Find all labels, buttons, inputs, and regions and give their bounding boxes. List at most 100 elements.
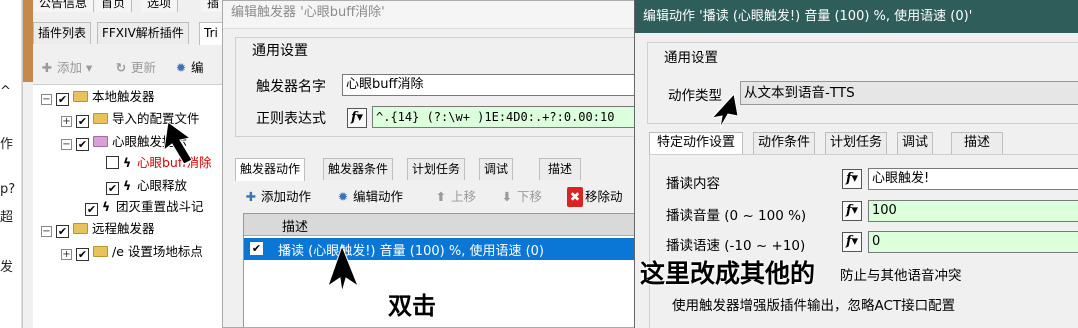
checkbox[interactable]: ✔ [56,225,69,238]
folder-icon [73,91,88,102]
edit-action-button[interactable]: ✹ 编辑动作 [335,187,403,207]
action-type-select[interactable]: 从文本到语音-TTS [740,81,1078,105]
group-title: 通用设置 [664,50,718,66]
tab-triggers[interactable]: Tri [199,22,223,45]
strip-text: 发 [0,260,14,275]
table-row[interactable]: ✔ 播读 (心眼触发!) 音量 (100) %, 使用语速 (0) [244,238,639,260]
rate-label: 播读语速 (-10 ~ +10) [666,238,806,254]
rate-input[interactable]: 0 [868,231,1078,253]
checkbox[interactable]: ✔ [76,115,89,128]
specific-settings-panel: 播读内容 f▾ 心眼触发! 播读音量 (0 ~ 100 %) f▾ 100 播读… [649,154,1078,328]
content-input[interactable]: 心眼触发! [868,168,1078,190]
collapse-icon[interactable]: − [41,94,52,105]
lightning-icon: ϟ [102,199,111,214]
tab-debug[interactable]: 调试 [897,132,934,154]
annotation-arrow [327,244,360,293]
volume-input[interactable]: 100 [868,200,1078,222]
tab-description[interactable]: 描述 [539,158,582,180]
annotation-change-here: 这里改成其他的 [640,259,816,288]
trigger-editor-tabs: 触发器动作 触发器条件 计划任务 调试 描述 [235,158,639,181]
tab-debug[interactable]: 调试 [479,158,514,180]
arrow-down-icon: ⬇ [501,189,513,204]
tree-item-mindseye-release[interactable]: ✔ ϟ 心眼释放 [106,176,187,196]
tree-item-remote-triggers[interactable]: − ✔ 远程触发器 [41,219,155,239]
function-icon[interactable]: f▾ [842,232,862,252]
plus-icon: ✚ [41,60,53,75]
edit-trigger-button[interactable]: ✹ 编 [173,58,204,78]
add-trigger-button[interactable]: ✚ 添加 ▾ [39,58,93,78]
add-action-button[interactable]: ✚ 添加动作 [243,187,311,207]
move-down-button[interactable]: ⬇ 下移 [499,187,542,207]
row-checkbox[interactable]: ✔ [250,242,263,255]
tab-specific-settings[interactable]: 特定动作设置 [649,132,744,155]
tab-action-conditions[interactable]: 动作条件 [753,132,816,154]
action-editor-tabs: 特定动作设置 动作条件 计划任务 调试 描述 [649,132,1078,156]
annotation-arrow [710,92,739,129]
checkbox[interactable]: ✔ [106,182,119,195]
tab-scheduled-tasks[interactable]: 计划任务 [825,132,888,154]
expand-icon[interactable]: + [61,116,72,127]
gear-icon: ✹ [175,60,187,75]
collapse-icon[interactable]: − [61,139,72,150]
folder-icon [93,113,108,124]
delete-icon: ✖ [567,187,583,207]
volume-label: 播读音量 (0 ~ 100 %) [666,208,807,224]
background-window-strip: ^ 作 p? 超 发 [0,0,22,328]
menu-options[interactable]: 选项 [141,0,179,12]
function-icon[interactable]: f▾ [347,108,367,128]
note-enhanced-output: 使用触发器增强版插件输出，忽略ACT接口配置 [672,298,956,314]
lightning-icon: ϟ [123,178,132,193]
window-title: 编辑触发器 '心眼buff消除' [223,1,639,29]
folder-icon [93,136,108,147]
annotation-double-click: 双击 [388,292,436,320]
general-settings-group: 通用设置 触发器名字 心眼buff消除 正则表达式 f▾ ^.{14} (?:\… [235,37,639,137]
function-icon[interactable]: f▾ [842,169,862,189]
tree-item-local-triggers[interactable]: − ✔ 本地触发器 [41,87,155,107]
tree-item-wipe-reset[interactable]: ✔ ϟ 团灭重置战斗记 [85,197,204,217]
top-menu: 公告信息 首页 选项 插 [33,0,234,14]
expand-icon[interactable]: + [61,249,72,260]
strip-text: ^ [0,84,11,99]
tab-scheduled-tasks[interactable]: 计划任务 [407,158,466,180]
group-title: 通用设置 [252,43,308,59]
tab-ffxiv-parser[interactable]: FFXIV解析插件 [97,22,189,44]
tab-trigger-actions[interactable]: 触发器动作 [235,158,306,181]
remove-action-button[interactable]: ✖ 移除动 [567,187,623,207]
plugin-tabs: 插件列表 FFXIV解析插件 Tri [33,22,234,45]
tree-item-waymark-setup[interactable]: + ✔/e 设置场地标点 [61,242,203,262]
checkbox[interactable] [106,156,119,169]
checkbox[interactable]: ✔ [56,93,69,106]
trigger-name-input[interactable]: 心眼buff消除 [342,74,639,96]
regex-label: 正则表达式 [256,111,326,127]
tab-description[interactable]: 描述 [951,132,1004,154]
strip-text: p? [0,182,16,197]
plus-icon: ✚ [245,189,257,204]
action-table: 描述 ✔ 播读 (心眼触发!) 音量 (100) %, 使用语速 (0) [243,213,639,327]
action-toolbar: ✚ 添加动作 ✹ 编辑动作 ⬆ 上移 ⬇ 下移 ✖ 移除动 [237,185,639,209]
move-up-button[interactable]: ⬆ 上移 [433,187,476,207]
strip-text: 作 [0,137,14,152]
trigger-editor-window: 编辑触发器 '心眼buff消除' 通用设置 触发器名字 心眼buff消除 正则表… [222,0,640,328]
folder-icon [93,246,108,257]
checkbox[interactable]: ✔ [76,248,89,261]
column-description[interactable]: 描述 [282,216,308,235]
refresh-button[interactable]: ↻ 更新 [113,58,156,78]
regex-input[interactable]: ^.{14} (?:\w+ )1E:4D0:.+?:0.00:10 [372,106,639,128]
window-title: 编辑动作 '播读 (心眼触发!) 音量 (100) %, 使用语速 (0)' [635,0,1078,33]
function-icon[interactable]: f▾ [842,201,862,221]
checkbox[interactable]: ✔ [85,203,98,216]
collapse-icon[interactable]: − [41,226,52,237]
plugin-window: 公告信息 首页 选项 插 插件列表 FFXIV解析插件 Tri ✚ 添加 ▾ ↻ 更… [22,0,234,328]
checkbox[interactable]: ✔ [76,138,89,151]
trigger-tree: − ✔ 本地触发器 + ✔ 导入的配置文件 − ✔ 心眼触发提示 ϟ 心眼buff消除 ✔ ϟ 心… [33,84,234,328]
lightning-icon: ϟ [123,155,132,170]
content-label: 播读内容 [666,176,720,192]
refresh-icon: ↻ [115,60,127,75]
table-header: 描述 [244,214,639,236]
tab-plugin-list[interactable]: 插件列表 [33,22,92,44]
gear-icon: ✹ [337,189,349,204]
tab-trigger-conditions[interactable]: 触发器条件 [323,158,394,180]
tree-toolbar: ✚ 添加 ▾ ↻ 更新 ✹ 编 [33,56,234,80]
menu-announcements[interactable]: 公告信息 [33,0,95,12]
menu-home[interactable]: 首页 [95,0,133,12]
